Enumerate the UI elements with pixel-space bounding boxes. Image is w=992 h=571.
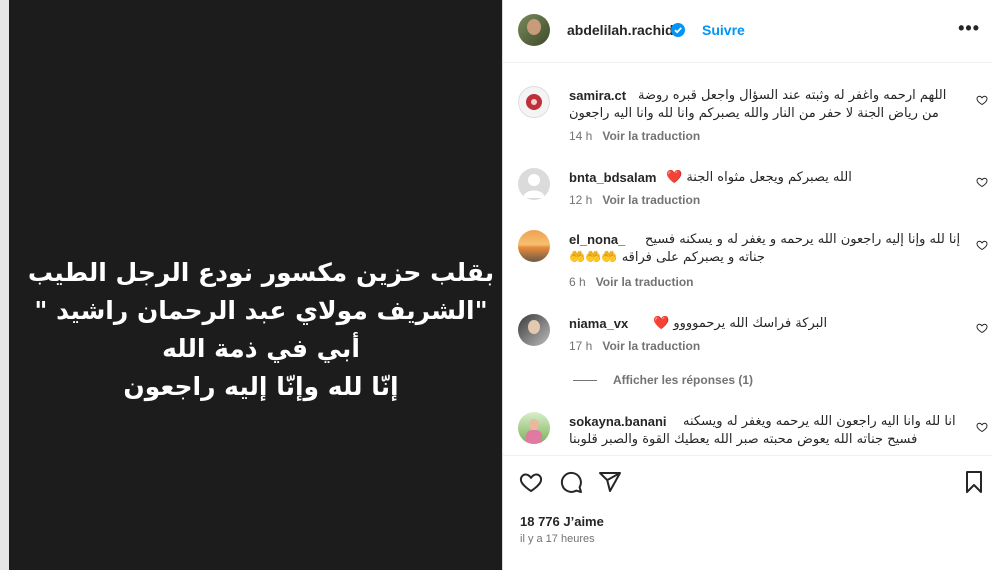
- comment-text-line: فسيح جناته الله يعوض محبته صبر الله يعطي…: [569, 432, 918, 447]
- view-replies-button[interactable]: Afficher les réponses (1): [573, 373, 753, 387]
- like-comment-heart-icon[interactable]: [976, 94, 988, 106]
- comment-meta: 17 h Voir la traduction: [569, 339, 700, 353]
- like-comment-heart-icon[interactable]: [976, 176, 988, 188]
- post-line-1: بقلب حزين مكسور نودع الرجل الطيب: [27, 258, 495, 287]
- like-comment-heart-icon[interactable]: [976, 421, 988, 433]
- image-edge: [0, 0, 9, 570]
- comment-meta: 12 h Voir la traduction: [569, 193, 700, 207]
- translate-link[interactable]: Voir la traduction: [596, 275, 694, 289]
- comment-time: 12 h: [569, 193, 593, 207]
- view-replies-label: Afficher les réponses (1): [613, 373, 754, 387]
- comment-time: 6 h: [569, 275, 586, 289]
- post-image-text: بقلب حزين مكسور نودع الرجل الطيب "الشريف…: [20, 254, 502, 406]
- post-actions: 18 776 J’aime il y a 17 heures: [503, 455, 992, 571]
- commenter-avatar[interactable]: [518, 168, 550, 200]
- comment-meta: 6 h Voir la traduction: [569, 275, 693, 289]
- comment-username[interactable]: bnta_bdsalam: [569, 170, 656, 185]
- replies-divider: [573, 380, 597, 382]
- comment-text-line: انا لله وانا اليه راجعون الله يرحمه ويغف…: [683, 414, 956, 429]
- post-timestamp: il y a 17 heures: [520, 533, 595, 545]
- post-line-2: "الشريف مولاي عبد الرحمان راشيد ": [34, 296, 488, 325]
- translate-link[interactable]: Voir la traduction: [602, 193, 700, 207]
- comment-text-line: من رياض الجنة لا حفر من النار والله يصبر…: [569, 106, 939, 121]
- more-options-icon[interactable]: •••: [958, 18, 980, 39]
- like-comment-heart-icon[interactable]: [976, 322, 988, 334]
- comment-username[interactable]: sokayna.banani: [569, 414, 667, 429]
- avatar-flower-icon: [526, 94, 542, 110]
- post-line-3: أبي في ذمة الله: [162, 334, 360, 363]
- translate-link[interactable]: Voir la traduction: [602, 339, 700, 353]
- commenter-avatar[interactable]: [518, 230, 550, 262]
- likes-count[interactable]: 18 776 J’aime: [520, 514, 604, 529]
- comment-text-line: جناته و يصبركم على فراقه 🤲🤲🤲: [569, 250, 765, 265]
- comment-username[interactable]: el_nona_: [569, 232, 625, 247]
- post-header: abdelilah.rachid Suivre •••: [503, 0, 992, 63]
- post-line-4: إنّا لله وإنّا إليه راجعون: [123, 372, 399, 401]
- comment-bubble-icon[interactable]: [559, 470, 583, 494]
- translate-link[interactable]: Voir la traduction: [602, 129, 700, 143]
- commenter-avatar[interactable]: [518, 314, 550, 346]
- like-comment-heart-icon[interactable]: [976, 239, 988, 251]
- commenter-avatar[interactable]: [518, 412, 550, 444]
- comment-time: 14 h: [569, 129, 593, 143]
- comment-username[interactable]: niama_vx: [569, 316, 628, 331]
- default-avatar-icon: [523, 174, 545, 198]
- comment-meta: 14 h Voir la traduction: [569, 129, 700, 143]
- comment-text-line: إنا لله وإنا إليه راجعون الله يرحمه و يغ…: [645, 232, 961, 247]
- comment-username[interactable]: samira.ct: [569, 88, 626, 103]
- like-heart-icon[interactable]: [519, 470, 543, 494]
- bookmark-save-icon[interactable]: [962, 470, 986, 494]
- author-username[interactable]: abdelilah.rachid: [567, 22, 674, 38]
- commenter-avatar[interactable]: [518, 86, 550, 118]
- comment-text-line: البركة فراسك الله يرحموووو ❤️: [653, 316, 828, 331]
- comments-panel: abdelilah.rachid Suivre ••• samira.ct ال…: [502, 0, 992, 570]
- comment-time: 17 h: [569, 339, 593, 353]
- follow-button[interactable]: Suivre: [702, 22, 745, 38]
- post-image: بقلب حزين مكسور نودع الرجل الطيب "الشريف…: [0, 0, 502, 570]
- comment-text-line: الله يصبركم ويجعل مثواه الجنة ❤️: [666, 170, 852, 185]
- comment-text-line: اللهم ارحمه واغفر له وثبته عند السؤال وا…: [638, 88, 947, 103]
- author-avatar[interactable]: [518, 14, 550, 46]
- verified-badge-icon: [671, 23, 685, 37]
- share-send-icon[interactable]: [598, 470, 622, 494]
- comment-item: sokayna.banani انا لله وانا اليه راجعون …: [503, 412, 992, 455]
